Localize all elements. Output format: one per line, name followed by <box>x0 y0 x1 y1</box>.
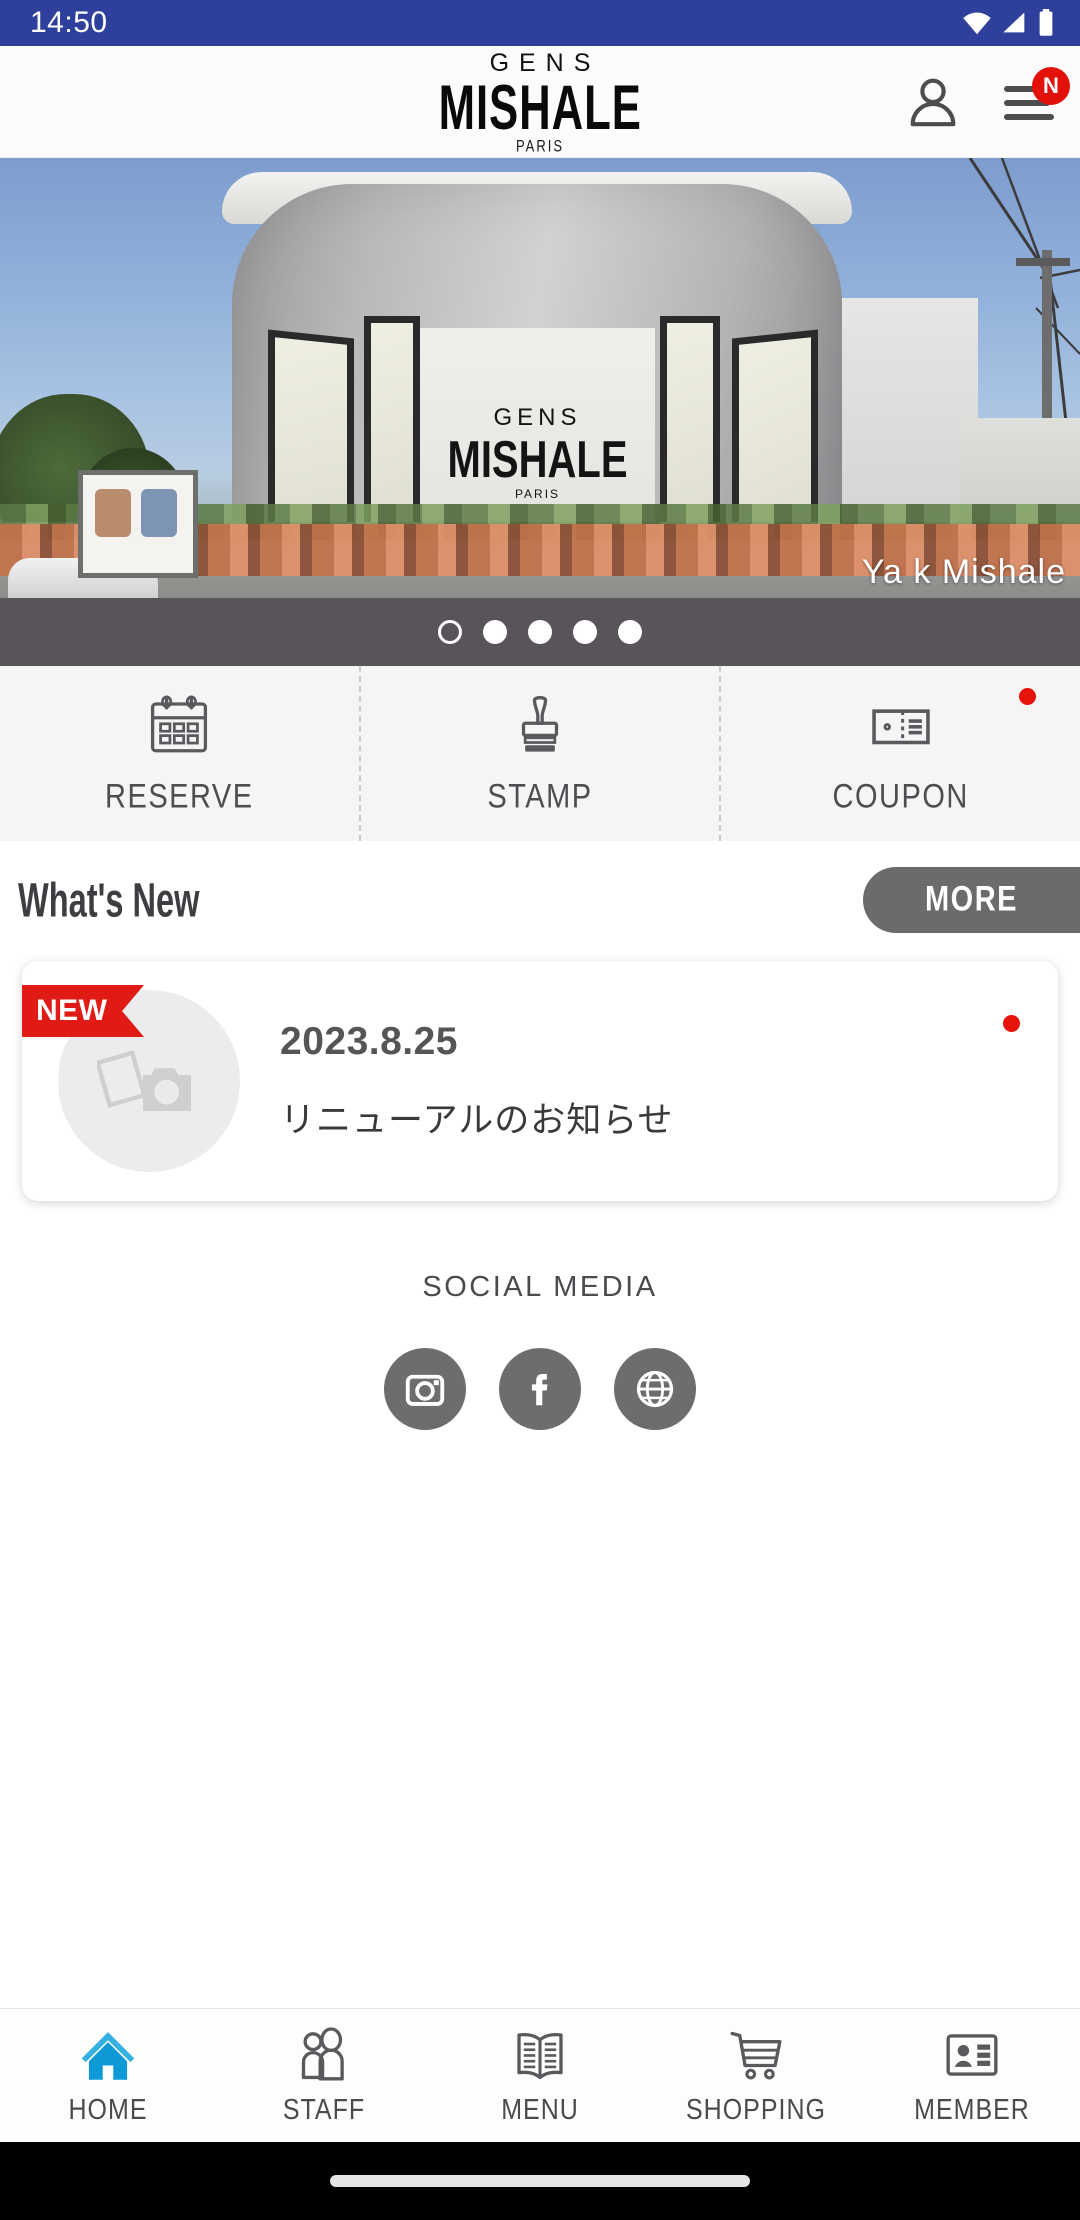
building-sign-text: GENS MISHALE PARIS <box>420 404 655 501</box>
quick-action-stamp[interactable]: STAMP <box>358 666 720 841</box>
website-globe-icon <box>636 1370 674 1408</box>
news-date: 2023.8.25 <box>280 1019 459 1063</box>
nav-item-shopping[interactable]: SHOPPING <box>648 2009 864 2142</box>
quick-action-label: COUPON <box>832 778 969 816</box>
nav-item-member[interactable]: MEMBER <box>864 2009 1080 2142</box>
battery-icon <box>1039 9 1053 36</box>
hero-caption: Ya k Mishale <box>861 553 1066 591</box>
whats-new-title: What's New <box>18 873 200 927</box>
nav-label: SHOPPING <box>686 2093 826 2127</box>
nav-label: HOME <box>68 2093 148 2127</box>
nav-label: STAFF <box>282 2093 366 2127</box>
shopping-cart-icon <box>730 2031 782 2080</box>
status-icons <box>962 9 1054 37</box>
bottom-navigation: HOME STAFF MENU SHOPPING MEMBER <box>0 2008 1080 2142</box>
quick-actions-row: RESERVE STAMP COUPON <box>0 666 1080 841</box>
sign-brand-top: GENS <box>493 404 582 431</box>
sign-brand-main: MISHALE <box>447 431 628 489</box>
quick-action-coupon[interactable]: COUPON <box>719 666 1080 841</box>
header-actions: N <box>902 66 1070 133</box>
nav-label: MEMBER <box>914 2093 1030 2127</box>
nav-item-home[interactable]: HOME <box>0 2009 216 2142</box>
menu-notification-badge: N <box>1032 66 1070 105</box>
carousel-dot-3[interactable] <box>528 620 552 644</box>
app-screen: 14:50 GENS MISHALE PARIS N GENS MISHALE … <box>0 0 1080 2220</box>
news-text-block: 2023.8.25 リニューアルのお知らせ <box>280 1020 674 1143</box>
news-unread-dot <box>1003 1015 1020 1032</box>
carousel-dot-1[interactable] <box>438 620 462 644</box>
facebook-link[interactable] <box>499 1348 581 1430</box>
news-card[interactable]: NEW 2023.8.25 リニューアルのお知らせ <box>22 961 1058 1201</box>
carousel-dot-5[interactable] <box>618 620 642 644</box>
social-media-title: SOCIAL MEDIA <box>422 1271 658 1303</box>
quick-action-reserve[interactable]: RESERVE <box>0 666 359 841</box>
nav-item-menu[interactable]: MENU <box>432 2009 648 2142</box>
menu-button[interactable]: N <box>996 66 1070 133</box>
social-media-section: SOCIAL MEDIA <box>0 1201 1080 2008</box>
status-time: 14:50 <box>30 6 108 39</box>
app-header: GENS MISHALE PARIS N <box>0 46 1080 158</box>
logo-main-text: MISHALE <box>438 70 642 143</box>
account-button[interactable] <box>902 71 964 133</box>
news-subject: リニューアルのお知らせ <box>280 1100 674 1140</box>
quick-action-label: RESERVE <box>105 778 254 816</box>
logo-sub-text: PARIS <box>515 135 565 156</box>
image-placeholder-camera-icon <box>97 1050 191 1111</box>
cellular-signal-icon <box>1003 12 1025 33</box>
home-icon <box>81 2032 135 2080</box>
status-bar: 14:50 <box>0 0 1080 46</box>
carousel-indicator-bar <box>0 598 1080 666</box>
coupon-notification-dot <box>1019 688 1037 705</box>
more-button-label: MORE <box>925 880 1018 919</box>
nav-item-staff[interactable]: STAFF <box>216 2009 432 2142</box>
storefront-poster <box>78 470 198 578</box>
social-media-links <box>384 1348 696 1430</box>
instagram-icon <box>405 1374 445 1406</box>
sign-brand-sub: PARIS <box>514 487 561 501</box>
facebook-icon <box>531 1374 548 1406</box>
carousel-dot-2[interactable] <box>483 620 507 644</box>
open-book-icon <box>517 2032 563 2080</box>
whats-new-list: NEW 2023.8.25 リニューアルのお知らせ <box>0 961 1080 1201</box>
person-icon <box>910 78 956 126</box>
quick-action-label: STAMP <box>487 778 593 816</box>
calendar-icon <box>151 695 208 753</box>
home-indicator[interactable] <box>330 2175 750 2187</box>
whats-new-more-button[interactable]: MORE <box>863 867 1080 933</box>
instagram-link[interactable] <box>384 1348 466 1430</box>
system-gesture-bar <box>0 2142 1080 2220</box>
people-icon <box>301 2027 344 2081</box>
coupon-ticket-icon <box>871 709 930 745</box>
website-link[interactable] <box>614 1348 696 1430</box>
member-card-icon <box>946 2034 998 2076</box>
wifi-icon <box>963 12 991 35</box>
hero-carousel-image[interactable]: GENS MISHALE PARIS Ya k Mishale <box>0 158 1080 598</box>
whats-new-header: What's New MORE <box>0 841 1080 961</box>
carousel-dot-4[interactable] <box>573 620 597 644</box>
brand-logo[interactable]: GENS MISHALE PARIS <box>431 51 650 156</box>
stamp-icon <box>521 696 559 752</box>
nav-label: MENU <box>501 2093 579 2127</box>
